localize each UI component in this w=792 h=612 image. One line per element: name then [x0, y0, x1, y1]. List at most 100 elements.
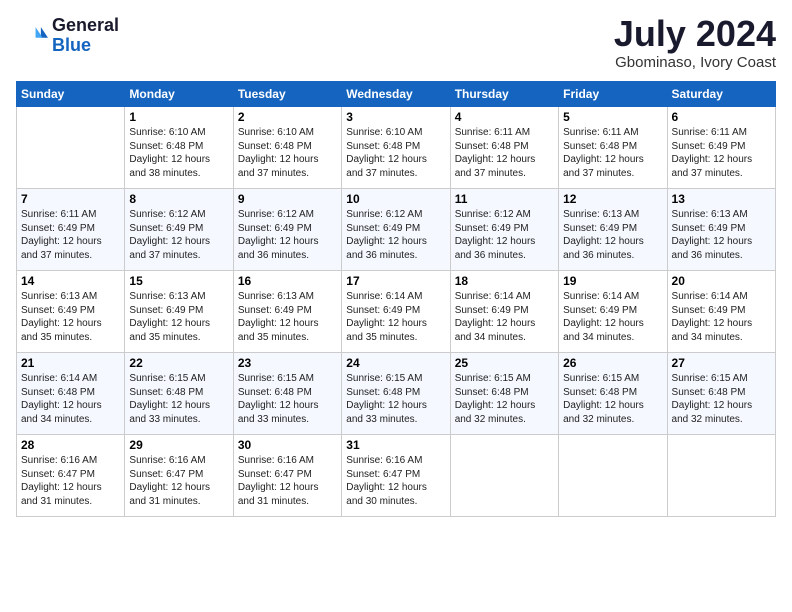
calendar-cell: 17 Sunrise: 6:14 AMSunset: 6:49 PMDayligh… — [342, 271, 450, 353]
day-info: Sunrise: 6:14 AMSunset: 6:49 PMDaylight:… — [672, 290, 771, 344]
day-number: 3 — [346, 110, 445, 124]
calendar-cell: 30 Sunrise: 6:16 AMSunset: 6:47 PMDayligh… — [233, 435, 341, 517]
day-number: 16 — [238, 274, 337, 288]
calendar-cell: 28 Sunrise: 6:16 AMSunset: 6:47 PMDayligh… — [17, 435, 125, 517]
logo-blue: Blue — [52, 35, 91, 55]
day-number: 4 — [455, 110, 554, 124]
location: Gbominaso, Ivory Coast — [614, 54, 776, 71]
calendar-cell: 16 Sunrise: 6:13 AMSunset: 6:49 PMDayligh… — [233, 271, 341, 353]
calendar-cell: 4 Sunrise: 6:11 AMSunset: 6:48 PMDaylight… — [450, 107, 558, 189]
day-number: 11 — [455, 192, 554, 206]
calendar-cell — [667, 435, 775, 517]
day-number: 14 — [21, 274, 120, 288]
day-number: 24 — [346, 356, 445, 370]
day-number: 1 — [129, 110, 228, 124]
day-info: Sunrise: 6:11 AMSunset: 6:48 PMDaylight:… — [563, 126, 662, 180]
logo-general: General — [52, 15, 119, 35]
day-number: 6 — [672, 110, 771, 124]
calendar-cell: 5 Sunrise: 6:11 AMSunset: 6:48 PMDaylight… — [559, 107, 667, 189]
day-info: Sunrise: 6:15 AMSunset: 6:48 PMDaylight:… — [129, 372, 228, 426]
calendar-cell: 27 Sunrise: 6:15 AMSunset: 6:48 PMDayligh… — [667, 353, 775, 435]
day-info: Sunrise: 6:16 AMSunset: 6:47 PMDaylight:… — [129, 454, 228, 508]
day-number: 2 — [238, 110, 337, 124]
day-number: 15 — [129, 274, 228, 288]
logo: General Blue — [16, 16, 119, 56]
day-info: Sunrise: 6:15 AMSunset: 6:48 PMDaylight:… — [455, 372, 554, 426]
day-number: 28 — [21, 438, 120, 452]
calendar-week-row: 21Sunrise: 6:14 AMSunset: 6:48 PMDayligh… — [17, 353, 776, 435]
calendar-cell: 25 Sunrise: 6:15 AMSunset: 6:48 PMDayligh… — [450, 353, 558, 435]
day-number: 29 — [129, 438, 228, 452]
day-info: Sunrise: 6:13 AMSunset: 6:49 PMDaylight:… — [238, 290, 337, 344]
day-info: Sunrise: 6:15 AMSunset: 6:48 PMDaylight:… — [563, 372, 662, 426]
day-info: Sunrise: 6:13 AMSunset: 6:49 PMDaylight:… — [563, 208, 662, 262]
title-block: July 2024 Gbominaso, Ivory Coast — [614, 16, 776, 71]
day-info: Sunrise: 6:10 AMSunset: 6:48 PMDaylight:… — [238, 126, 337, 180]
calendar-day-header: Friday — [559, 82, 667, 107]
calendar-cell — [17, 107, 125, 189]
day-info: Sunrise: 6:14 AMSunset: 6:49 PMDaylight:… — [455, 290, 554, 344]
calendar-cell — [559, 435, 667, 517]
day-number: 26 — [563, 356, 662, 370]
calendar-week-row: 28 Sunrise: 6:16 AMSunset: 6:47 PMDayligh… — [17, 435, 776, 517]
day-number: 10 — [346, 192, 445, 206]
day-number: 12 — [563, 192, 662, 206]
day-number: 18 — [455, 274, 554, 288]
calendar-cell: 14 Sunrise: 6:13 AMSunset: 6:49 PMDayligh… — [17, 271, 125, 353]
day-number: 23 — [238, 356, 337, 370]
day-info: Sunrise: 6:12 AMSunset: 6:49 PMDaylight:… — [238, 208, 337, 262]
day-info: Sunrise: 6:10 AMSunset: 6:48 PMDaylight:… — [129, 126, 228, 180]
header: General Blue July 2024 Gbominaso, Ivory … — [16, 16, 776, 71]
calendar-cell: 1 Sunrise: 6:10 AMSunset: 6:48 PMDaylight… — [125, 107, 233, 189]
calendar-day-header: Sunday — [17, 82, 125, 107]
day-info: Sunrise: 6:12 AMSunset: 6:49 PMDaylight:… — [455, 208, 554, 262]
day-number: 19 — [563, 274, 662, 288]
logo-icon — [16, 20, 48, 52]
day-info: Sunrise: 6:12 AMSunset: 6:49 PMDaylight:… — [346, 208, 445, 262]
day-number: 27 — [672, 356, 771, 370]
day-info: Sunrise: 6:14 AMSunset: 6:49 PMDaylight:… — [346, 290, 445, 344]
calendar-cell: 2 Sunrise: 6:10 AMSunset: 6:48 PMDaylight… — [233, 107, 341, 189]
day-number: 5 — [563, 110, 662, 124]
day-info: Sunrise: 6:12 AMSunset: 6:49 PMDaylight:… — [129, 208, 228, 262]
day-info: Sunrise: 6:11 AMSunset: 6:48 PMDaylight:… — [455, 126, 554, 180]
calendar-cell: 12 Sunrise: 6:13 AMSunset: 6:49 PMDayligh… — [559, 189, 667, 271]
day-number: 8 — [129, 192, 228, 206]
day-number: 22 — [129, 356, 228, 370]
calendar-cell: 24 Sunrise: 6:15 AMSunset: 6:48 PMDayligh… — [342, 353, 450, 435]
calendar: SundayMondayTuesdayWednesdayThursdayFrid… — [16, 81, 776, 517]
day-info: Sunrise: 6:15 AMSunset: 6:48 PMDaylight:… — [346, 372, 445, 426]
calendar-cell: 20 Sunrise: 6:14 AMSunset: 6:49 PMDayligh… — [667, 271, 775, 353]
day-number: 20 — [672, 274, 771, 288]
day-info: Sunrise: 6:16 AMSunset: 6:47 PMDaylight:… — [21, 454, 120, 508]
calendar-cell: 21Sunrise: 6:14 AMSunset: 6:48 PMDayligh… — [17, 353, 125, 435]
day-number: 30 — [238, 438, 337, 452]
day-info: Sunrise: 6:16 AMSunset: 6:47 PMDaylight:… — [238, 454, 337, 508]
calendar-day-header: Tuesday — [233, 82, 341, 107]
calendar-cell: 22 Sunrise: 6:15 AMSunset: 6:48 PMDayligh… — [125, 353, 233, 435]
day-info: Sunrise: 6:15 AMSunset: 6:48 PMDaylight:… — [672, 372, 771, 426]
calendar-cell: 3Sunrise: 6:10 AMSunset: 6:48 PMDaylight… — [342, 107, 450, 189]
calendar-week-row: 1 Sunrise: 6:10 AMSunset: 6:48 PMDaylight… — [17, 107, 776, 189]
calendar-cell: 11 Sunrise: 6:12 AMSunset: 6:49 PMDayligh… — [450, 189, 558, 271]
logo-text: General Blue — [52, 16, 119, 56]
calendar-cell: 31Sunrise: 6:16 AMSunset: 6:47 PMDayligh… — [342, 435, 450, 517]
calendar-cell: 10 Sunrise: 6:12 AMSunset: 6:49 PMDayligh… — [342, 189, 450, 271]
day-info: Sunrise: 6:13 AMSunset: 6:49 PMDaylight:… — [21, 290, 120, 344]
day-info: Sunrise: 6:16 AMSunset: 6:47 PMDaylight:… — [346, 454, 445, 508]
month-title: July 2024 — [614, 16, 776, 52]
calendar-cell: 19 Sunrise: 6:14 AMSunset: 6:49 PMDayligh… — [559, 271, 667, 353]
calendar-cell: 29 Sunrise: 6:16 AMSunset: 6:47 PMDayligh… — [125, 435, 233, 517]
calendar-cell: 7Sunrise: 6:11 AMSunset: 6:49 PMDaylight… — [17, 189, 125, 271]
day-number: 9 — [238, 192, 337, 206]
calendar-cell: 15 Sunrise: 6:13 AMSunset: 6:49 PMDayligh… — [125, 271, 233, 353]
calendar-cell: 8 Sunrise: 6:12 AMSunset: 6:49 PMDaylight… — [125, 189, 233, 271]
day-info: Sunrise: 6:14 AMSunset: 6:49 PMDaylight:… — [563, 290, 662, 344]
day-info: Sunrise: 6:15 AMSunset: 6:48 PMDaylight:… — [238, 372, 337, 426]
day-number: 25 — [455, 356, 554, 370]
day-number: 17 — [346, 274, 445, 288]
day-info: Sunrise: 6:13 AMSunset: 6:49 PMDaylight:… — [129, 290, 228, 344]
calendar-week-row: 14 Sunrise: 6:13 AMSunset: 6:49 PMDayligh… — [17, 271, 776, 353]
calendar-cell: 6Sunrise: 6:11 AMSunset: 6:49 PMDaylight… — [667, 107, 775, 189]
calendar-day-header: Wednesday — [342, 82, 450, 107]
